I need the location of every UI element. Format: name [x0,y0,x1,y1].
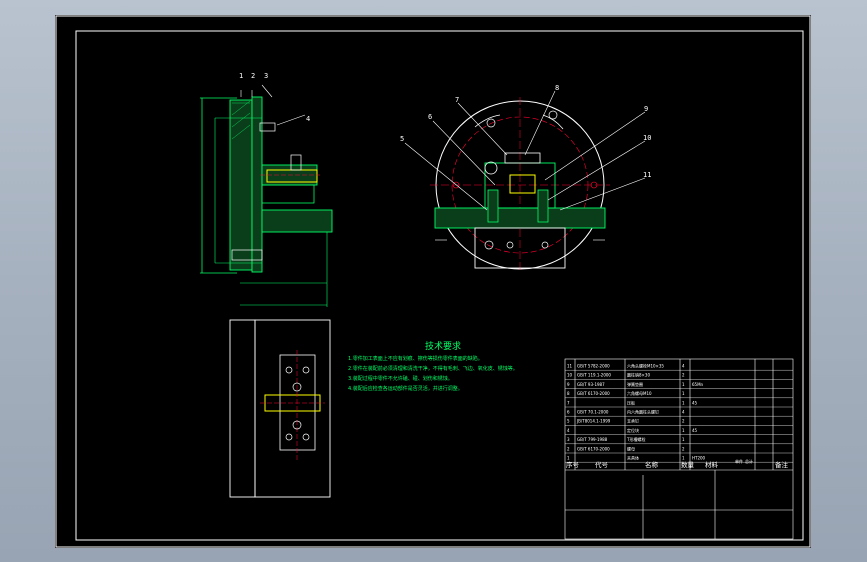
bom-cell-qty: 1 [682,382,685,387]
bom-cell-code: JB/T8014.1-1999 [576,419,611,424]
tech-note: 4.装配后应检查各运动部件是否灵活，并进行调整。 [348,385,463,392]
bom-rows: 11 GB/T 5782-2000 六角头螺栓M10×35 410 GB/T 119.1… [565,363,793,463]
balloon-4: 4 [306,115,310,123]
bom-cell-material: 65Mn [692,382,704,387]
tech-note: 1.零件加工表面上不应有划痕、擦伤等损伤零件表面的缺陷。 [348,355,483,362]
bom-cell-no: 5 [567,419,570,424]
balloon-7: 7 [455,96,459,104]
bom-cell-name: 压板 [627,399,635,405]
balloon-9: 9 [644,105,648,113]
side-view [430,97,610,273]
bom-cell-qty: 4 [682,410,685,415]
bom-cell-name: 夹具体 [627,455,639,461]
bom-cell-qty: 1 [682,437,685,442]
bom-cell-name: 定位块 [627,427,639,433]
bom-cell-name: 弹簧垫圈 [627,381,643,387]
bom-cell-code: GB/T 799-1988 [577,437,608,442]
bom-cell-no: 3 [567,437,570,442]
bom-cell-qty: 1 [682,456,685,461]
bom-cell-qty: 1 [682,391,685,396]
bom-cell-name: 内六角圆柱头螺钉 [627,409,659,415]
sheet-border [55,15,811,548]
balloon-11: 11 [643,171,651,179]
tech-notes-block: 技术要求 1.零件加工表面上不应有划痕、擦伤等损伤零件表面的缺陷。 2.零件在装… [348,340,518,392]
bom-cell-no: 8 [567,391,570,396]
header-code: 代号 [595,460,609,469]
bom-cell-material: 45 [692,400,698,405]
header-qty: 数量 [681,460,695,469]
header-remarks: 备注 [775,460,789,469]
bom-cell-code: GB/T 119.1-2000 [577,373,611,378]
balloon-2: 2 [251,72,255,80]
bom-cell-qty: 2 [682,446,685,451]
bom-cell-no: 9 [567,382,570,387]
bom-cell-no: 11 [567,364,573,369]
top-view [229,319,331,498]
bom-cell-name: 六角头螺栓M10×35 [627,363,664,369]
bom-cell-no: 10 [567,373,573,378]
tech-title: 技术要求 [425,340,461,352]
bom-cell-name: T形槽螺栓 [626,436,645,442]
balloon-6: 6 [428,113,432,121]
drawing-viewport[interactable]: 技术要求 1.零件加工表面上不应有划痕、擦伤等损伤零件表面的缺陷。 2.零件在装… [55,15,811,548]
balloon-3: 3 [264,72,268,80]
tech-note: 3.装配过程中零件不允许磕、碰、划伤和锈蚀。 [348,375,453,382]
header-material: 材料 [705,460,719,469]
balloon-1: 1 [239,72,243,80]
bom-cell-no: 2 [567,446,570,451]
leader-lines [404,90,646,211]
bom-cell-code: GB/T 70.1-2000 [577,410,609,415]
bom-cell-qty: 2 [682,373,685,378]
bom-cell-name: 六角螺母M10 [627,390,652,396]
header-unit-wt: 单件 [735,458,743,464]
bom-cell-name: 圆柱销8×30 [627,372,650,378]
front-section-view [200,84,333,307]
header-no: 序号 [566,460,580,469]
bom-cell-name: 螺母 [627,445,635,451]
bom-cell-qty: 1 [682,400,685,405]
bom-cell-no: 7 [567,400,570,405]
header-total-wt: 总计 [745,458,753,464]
bom-cell-no: 6 [567,410,570,415]
bom-cell-material: 45 [692,428,698,433]
balloon-8: 8 [555,84,559,92]
balloon-5: 5 [400,135,404,143]
tech-note: 2.零件在装配前必须清理和清洗干净，不得有毛刺、飞边、氧化皮、锈蚀等。 [348,365,518,372]
bom-cell-code: GB/T 6170-2000 [577,446,610,451]
bom-cell-code: GB/T 5782-2000 [577,364,610,369]
bom-cell-name: 支承钉 [627,418,639,424]
bom-cell-no: 1 [567,456,570,461]
bom-cell-qty: 4 [682,364,685,369]
header-name: 名称 [645,460,659,469]
bom-cell-code: GB/T 93-1987 [577,382,605,387]
bom-cell-qty: 1 [682,428,685,433]
balloon-10: 10 [643,134,651,142]
bom-cell-qty: 2 [682,419,685,424]
bom-cell-material: HT200 [692,456,706,461]
bom-cell-no: 4 [567,428,570,433]
cad-drawing: 技术要求 1.零件加工表面上不应有划痕、擦伤等损伤零件表面的缺陷。 2.零件在装… [55,15,811,548]
bom-cell-code: GB/T 6170-2000 [577,391,610,396]
